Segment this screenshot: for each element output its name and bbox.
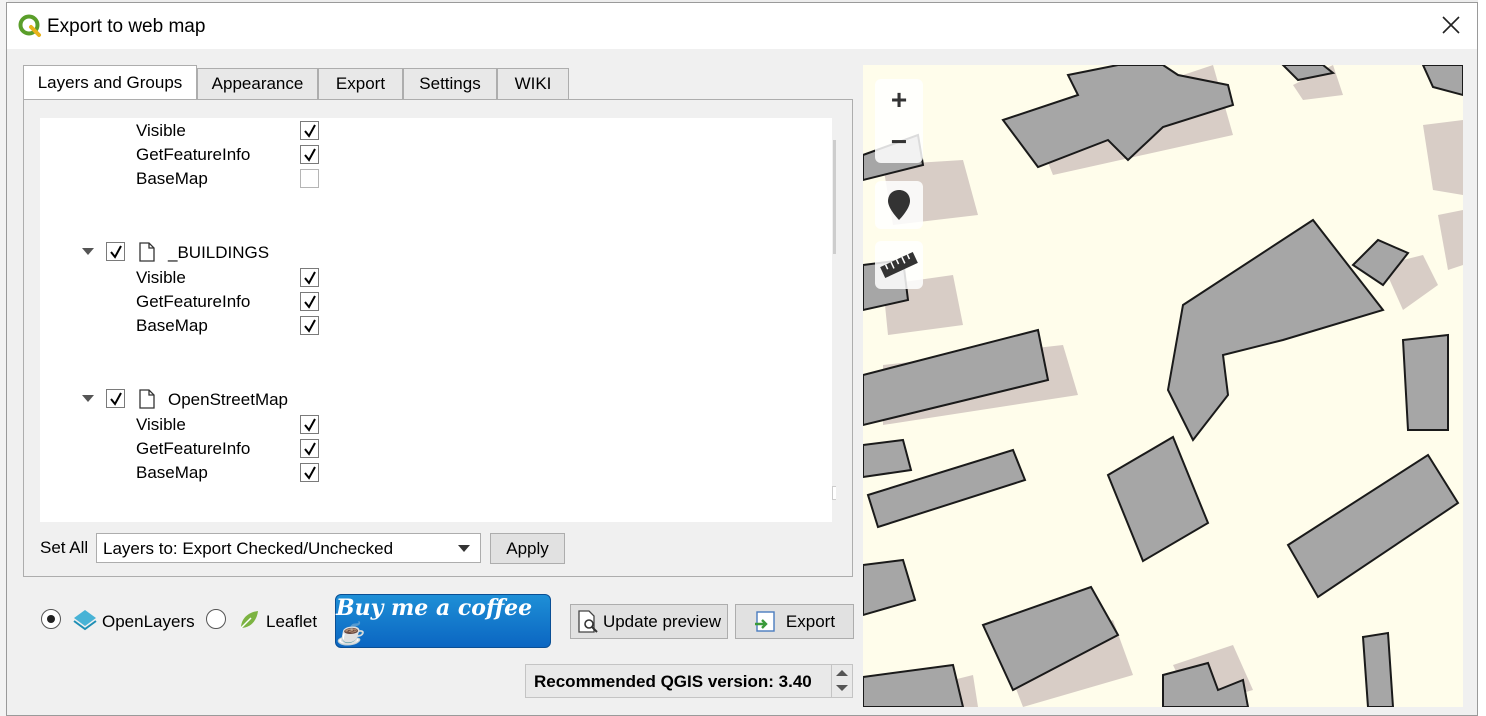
- leaflet-label: Leaflet: [266, 612, 318, 631]
- version-spinner[interactable]: [831, 665, 852, 697]
- checkbox-visible[interactable]: [300, 268, 319, 287]
- export-dialog: Export to web map Layers and Groups Appe…: [6, 2, 1478, 716]
- checkbox-basemap[interactable]: [300, 169, 319, 188]
- tab-settings[interactable]: Settings: [403, 68, 497, 99]
- ruler-icon: [880, 251, 918, 279]
- update-preview-button[interactable]: Update preview: [570, 604, 728, 639]
- layer-checkbox[interactable]: [106, 242, 125, 261]
- option-label: GetFeatureInfo: [136, 145, 251, 164]
- export-button[interactable]: Export: [735, 604, 854, 639]
- tab-layers-and-groups[interactable]: Layers and Groups: [23, 65, 197, 99]
- spin-down-icon[interactable]: [836, 685, 848, 691]
- radio-dot: [47, 615, 55, 623]
- checkbox-basemap[interactable]: [300, 316, 319, 335]
- apply-button[interactable]: Apply: [490, 533, 565, 564]
- buy-me-a-coffee-button[interactable]: Buy me a coffee ☕: [335, 594, 551, 648]
- checkbox-getfeatureinfo[interactable]: [300, 145, 319, 164]
- map-marker-icon: [888, 190, 910, 220]
- layer-checkbox[interactable]: [106, 389, 125, 408]
- chevron-down-icon: [458, 545, 470, 552]
- layer-name: OpenStreetMap: [168, 390, 289, 409]
- map-buildings: [863, 65, 1463, 707]
- option-label: Visible: [136, 415, 186, 434]
- tree-scrollbar[interactable]: [832, 118, 836, 522]
- checkbox-visible[interactable]: [300, 121, 319, 140]
- option-label: Visible: [136, 268, 186, 287]
- tab-wiki[interactable]: WIKI: [497, 68, 569, 99]
- preview-icon: [578, 609, 598, 633]
- window-title: Export to web map: [47, 16, 206, 37]
- version-field: Recommended QGIS version: 3.40: [525, 664, 853, 698]
- openlayers-icon: [73, 610, 97, 631]
- qgis-logo-icon: [18, 14, 41, 37]
- option-label: GetFeatureInfo: [136, 439, 251, 458]
- layers-panel: Visible GetFeatureInfo BaseMap _BUILDING…: [23, 99, 853, 577]
- collapse-arrow-icon[interactable]: [82, 248, 94, 255]
- tab-appearance[interactable]: Appearance: [197, 68, 318, 99]
- spin-up-icon[interactable]: [836, 670, 848, 676]
- zoom-out-icon: −: [890, 126, 908, 157]
- set-all-combo[interactable]: Layers to: Export Checked/Unchecked: [96, 533, 481, 563]
- collapse-arrow-icon[interactable]: [82, 395, 94, 402]
- geolocate-button[interactable]: [875, 181, 923, 229]
- openlayers-label: OpenLayers: [102, 612, 195, 631]
- layer-name: _BUILDINGS: [168, 243, 270, 262]
- option-label: BaseMap: [136, 316, 208, 335]
- raster-layer-icon: [139, 389, 155, 409]
- layer-tree: Visible GetFeatureInfo BaseMap _BUILDING…: [40, 118, 836, 522]
- radio-openlayers[interactable]: [41, 609, 61, 629]
- checkbox-getfeatureinfo[interactable]: [300, 439, 319, 458]
- vector-layer-icon: [139, 242, 155, 262]
- option-label: BaseMap: [136, 169, 208, 188]
- close-icon[interactable]: [1439, 13, 1463, 37]
- title-bar: Export to web map: [7, 3, 1477, 49]
- zoom-in-icon: +: [890, 84, 908, 115]
- option-label: GetFeatureInfo: [136, 292, 251, 311]
- background-right: [1478, 0, 1486, 716]
- map-preview[interactable]: + −: [863, 65, 1463, 707]
- combo-value: Layers to: Export Checked/Unchecked: [103, 539, 394, 558]
- set-all-label: Set All: [40, 538, 89, 557]
- checkbox-basemap[interactable]: [300, 463, 319, 482]
- tab-export[interactable]: Export: [318, 68, 403, 99]
- zoom-out-button[interactable]: −: [875, 121, 923, 163]
- scroll-thumb[interactable]: [833, 140, 836, 254]
- checkbox-getfeatureinfo[interactable]: [300, 292, 319, 311]
- zoom-in-button[interactable]: +: [875, 79, 923, 121]
- export-icon: [754, 610, 775, 632]
- radio-leaflet[interactable]: [206, 609, 226, 629]
- version-text: Recommended QGIS version: 3.40: [534, 672, 812, 691]
- measure-button[interactable]: [875, 241, 923, 289]
- leaflet-icon: [240, 611, 258, 629]
- option-label: Visible: [136, 121, 186, 140]
- checkbox-visible[interactable]: [300, 415, 319, 434]
- scroll-track-end: [832, 486, 836, 500]
- option-label: BaseMap: [136, 463, 208, 482]
